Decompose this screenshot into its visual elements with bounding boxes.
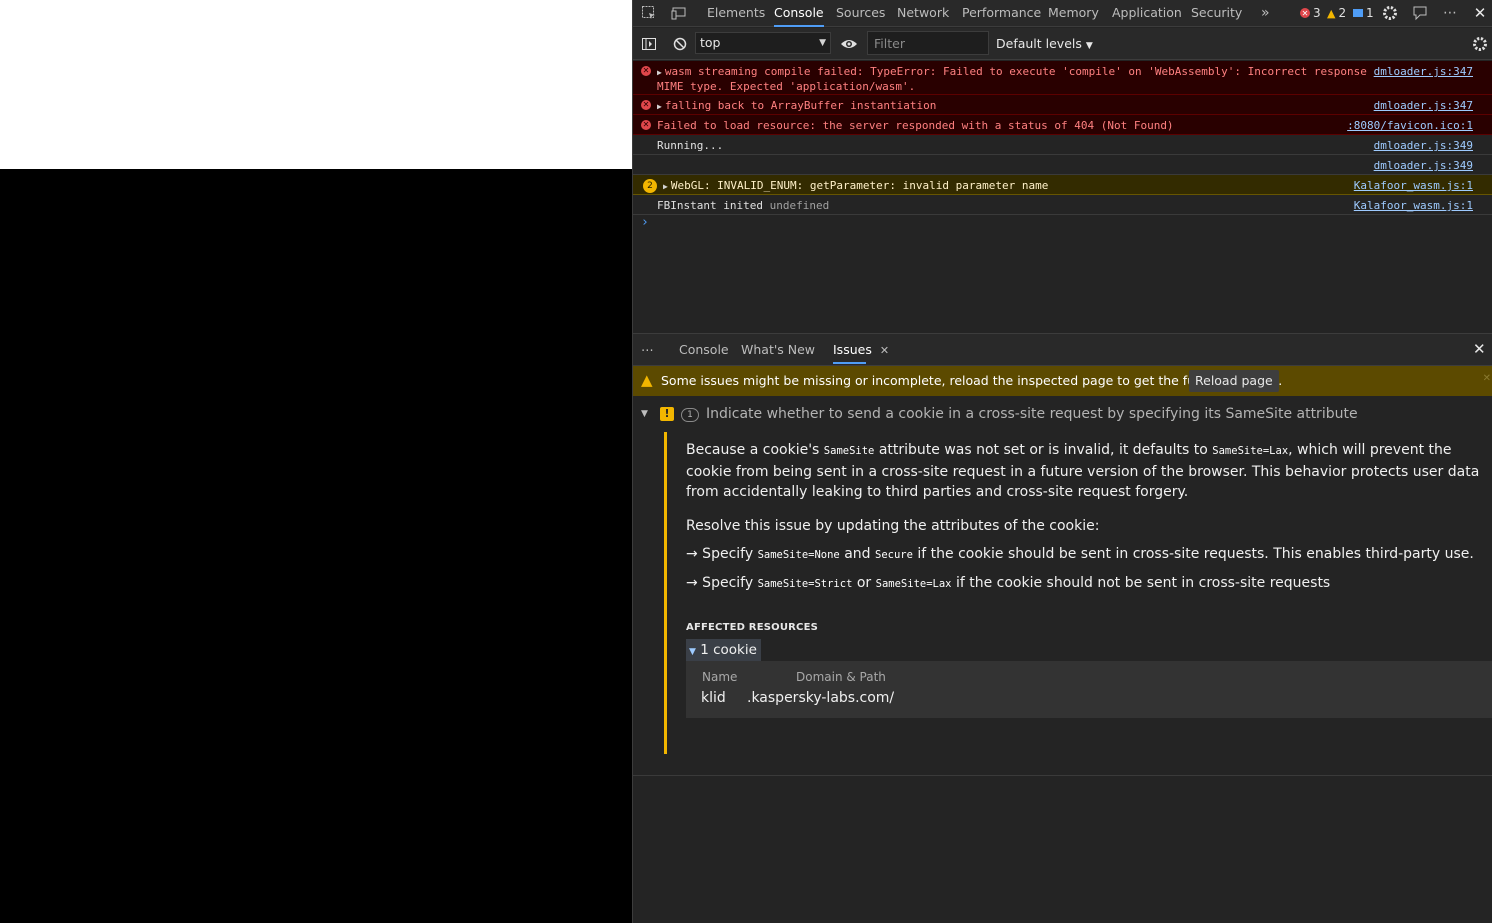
warning-icon: ▲ (641, 371, 653, 389)
warning-count-badge[interactable]: ▲ 2 (1327, 6, 1346, 20)
console-message-error[interactable]: ✕ ▶ falling back to ArrayBuffer instantia… (633, 95, 1492, 115)
resolve-option-1: → Specify SameSite=None and Secure if th… (686, 546, 1474, 562)
expand-triangle-icon[interactable]: ▶ (657, 102, 662, 111)
filter-input[interactable] (867, 31, 989, 55)
sidebar-toggle-icon[interactable] (640, 35, 658, 53)
message-count-badge[interactable]: 1 (1353, 6, 1374, 20)
affected-cookies-table: Name Domain & Path klid .kaspersky-labs.… (686, 661, 1492, 718)
expand-triangle-icon[interactable]: ▶ (657, 68, 662, 77)
tab-memory[interactable]: Memory (1048, 0, 1099, 26)
console-message-log[interactable]: Running... dmloader.js:349 (633, 135, 1492, 155)
console-toolbar: top ▼ Default levels ▼ (633, 28, 1492, 60)
column-header-domain: Domain & Path (796, 670, 886, 684)
drawer-menu-icon[interactable]: ⋯ (641, 334, 655, 365)
message-source-link[interactable]: dmloader.js:349 (1374, 159, 1473, 173)
chevron-down-icon: ▼ (641, 409, 648, 419)
tab-application[interactable]: Application (1112, 0, 1182, 26)
tab-security[interactable]: Security (1191, 0, 1242, 26)
close-tab-icon[interactable]: ✕ (880, 344, 889, 357)
reload-page-button[interactable]: Reload page (1189, 370, 1279, 392)
warning-icon: ▲ (1327, 6, 1336, 20)
issue-count-badge: 1 (681, 408, 699, 422)
inspected-page-canvas (0, 169, 632, 923)
close-drawer-icon[interactable]: ✕ (1473, 334, 1486, 365)
settings-gear-icon[interactable] (1381, 4, 1399, 22)
repeat-count-badge: 2 (643, 179, 657, 193)
message-source-link[interactable]: :8080/favicon.ico:1 (1347, 119, 1473, 133)
tab-console[interactable]: Console (774, 0, 824, 27)
console-prompt[interactable]: › (641, 215, 649, 230)
live-expression-eye-icon[interactable] (840, 35, 858, 53)
message-source-link[interactable]: Kalafoor_wasm.js:1 (1354, 179, 1473, 193)
chevron-down-icon: ▼ (1085, 41, 1093, 51)
cookie-name-cell: klid (701, 690, 726, 706)
drawer-tab-whats-new[interactable]: What's New (741, 334, 815, 365)
log-levels-dropdown[interactable]: Default levels ▼ (996, 36, 1093, 51)
issues-info-bar: ▲ Some issues might be missing or incomp… (633, 366, 1492, 396)
tab-performance[interactable]: Performance (962, 0, 1041, 26)
devtools-tab-bar: Elements Console Sources Network Perform… (633, 0, 1492, 27)
tab-sources[interactable]: Sources (836, 0, 885, 26)
inspect-element-icon[interactable] (640, 4, 658, 22)
tab-elements[interactable]: Elements (707, 0, 765, 26)
resolve-option-2: → Specify SameSite=Strict or SameSite=La… (686, 575, 1331, 591)
console-message-log[interactable]: dmloader.js:349 (633, 155, 1492, 175)
issue-explanation: Because a cookie's SameSite attribute wa… (686, 442, 1480, 500)
issue-title: Indicate whether to send a cookie in a c… (706, 406, 1358, 422)
console-settings-gear-icon[interactable] (1471, 35, 1489, 53)
error-icon: ✕ (641, 100, 651, 110)
issues-divider (633, 775, 1492, 776)
affected-resources-heading: AFFECTED RESOURCES (686, 622, 819, 633)
message-icon (1353, 9, 1363, 17)
console-message-error[interactable]: ✕ ▶ wasm streaming compile failed: TypeEr… (633, 61, 1492, 95)
cookie-list-toggle[interactable]: ▼ 1 cookie (686, 639, 761, 661)
chevron-down-icon: ▼ (819, 38, 826, 48)
devtools-panel: Elements Console Sources Network Perform… (632, 0, 1492, 923)
clear-console-icon[interactable] (671, 35, 689, 53)
error-count-badge[interactable]: ✕ 3 (1300, 6, 1321, 20)
drawer-tab-console[interactable]: Console (679, 334, 729, 365)
drawer-tab-bar: ⋯ Console What's New Issues ✕ ✕ (633, 333, 1492, 366)
issue-warning-icon: ! (660, 407, 674, 421)
more-options-icon[interactable]: ⋯ (1441, 4, 1459, 22)
expand-triangle-icon[interactable]: ▶ (663, 182, 668, 191)
issue-header[interactable]: ▼ ! 1 Indicate whether to send a cookie … (633, 405, 1492, 427)
more-tabs-button[interactable]: » (1261, 0, 1270, 26)
message-source-link[interactable]: dmloader.js:347 (1374, 99, 1473, 113)
tab-network[interactable]: Network (897, 0, 949, 26)
error-icon: ✕ (641, 120, 651, 130)
chevron-down-icon: ▼ (689, 647, 696, 657)
feedback-icon[interactable] (1411, 4, 1429, 22)
console-message-log[interactable]: FBInstant inited undefined Kalafoor_wasm… (633, 195, 1492, 215)
device-toolbar-icon[interactable] (670, 4, 688, 22)
drawer-tab-issues[interactable]: Issues ✕ (833, 334, 889, 365)
close-devtools-icon[interactable]: ✕ (1471, 4, 1489, 22)
message-source-link[interactable]: Kalafoor_wasm.js:1 (1354, 199, 1473, 213)
console-message-warning[interactable]: 2 ▶ WebGL: INVALID_ENUM: getParameter: in… (633, 175, 1492, 195)
error-icon: ✕ (1300, 8, 1310, 18)
inspected-page-top (0, 0, 632, 169)
issue-details: Because a cookie's SameSite attribute wa… (664, 432, 1492, 754)
cookie-domain-cell: .kaspersky-labs.com/ (747, 690, 895, 706)
error-icon: ✕ (641, 66, 651, 76)
column-header-name: Name (702, 670, 738, 684)
context-select[interactable]: top ▼ (695, 32, 831, 54)
console-message-error[interactable]: ✕ Failed to load resource: the server re… (633, 115, 1492, 135)
resolve-instructions: Resolve this issue by updating the attri… (686, 518, 1100, 534)
message-source-link[interactable]: dmloader.js:349 (1374, 139, 1473, 153)
message-source-link[interactable]: dmloader.js:347 (1374, 65, 1473, 79)
close-infobar-icon[interactable]: ✕ (1483, 373, 1491, 384)
